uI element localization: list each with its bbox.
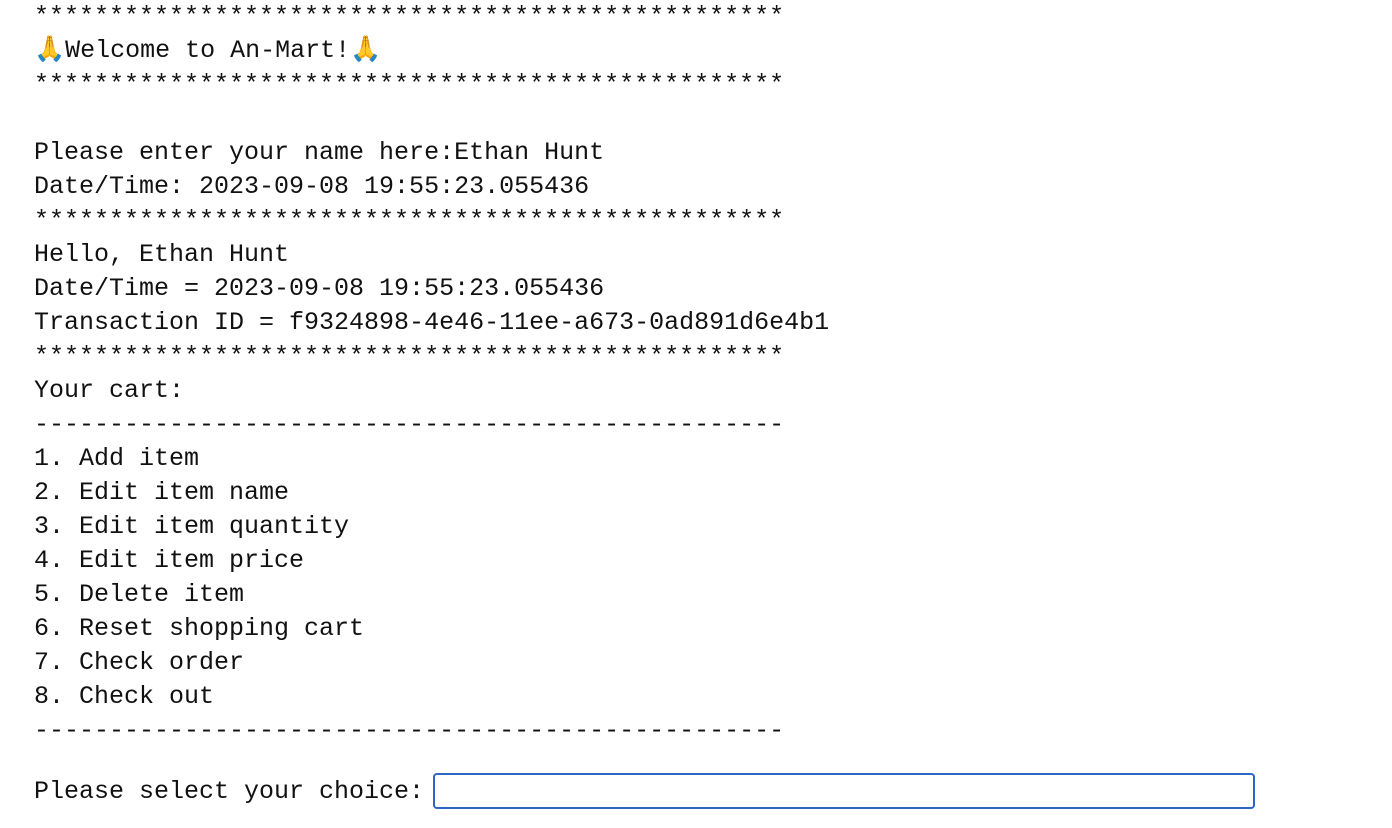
menu-item-check-out: 8. Check out — [34, 682, 215, 711]
star-border: ****************************************… — [34, 206, 785, 235]
menu-item-check-order: 7. Check order — [34, 648, 245, 677]
dash-divider: ----------------------------------------… — [34, 716, 785, 745]
choice-prompt-row: Please select your choice: — [34, 770, 1256, 812]
star-border: ****************************************… — [34, 70, 785, 99]
star-border: ****************************************… — [34, 2, 785, 31]
cart-title: Your cart: — [34, 376, 185, 405]
welcome-banner: 🙏Welcome to An-Mart!🙏 — [34, 36, 382, 65]
star-border: ****************************************… — [34, 342, 785, 371]
greeting: Hello, Ethan Hunt — [34, 240, 290, 269]
choice-input[interactable] — [433, 773, 1256, 809]
terminal-output: ****************************************… — [34, 0, 1374, 748]
menu-item-edit-name: 2. Edit item name — [34, 478, 290, 507]
choice-prompt-label: Please select your choice: — [34, 776, 425, 806]
menu-item-reset: 6. Reset shopping cart — [34, 614, 365, 643]
transaction-id: Transaction ID = f9324898-4e46-11ee-a673… — [34, 308, 830, 337]
menu-item-add: 1. Add item — [34, 444, 200, 473]
session-datetime: Date/Time = 2023-09-08 19:55:23.055436 — [34, 274, 605, 303]
dash-divider: ----------------------------------------… — [34, 410, 785, 439]
menu-item-edit-price: 4. Edit item price — [34, 546, 305, 575]
name-prompt-line: Please enter your name here:Ethan Hunt — [34, 138, 605, 167]
menu-item-edit-quantity: 3. Edit item quantity — [34, 512, 350, 541]
login-datetime: Date/Time: 2023-09-08 19:55:23.055436 — [34, 172, 590, 201]
menu-item-delete: 5. Delete item — [34, 580, 245, 609]
